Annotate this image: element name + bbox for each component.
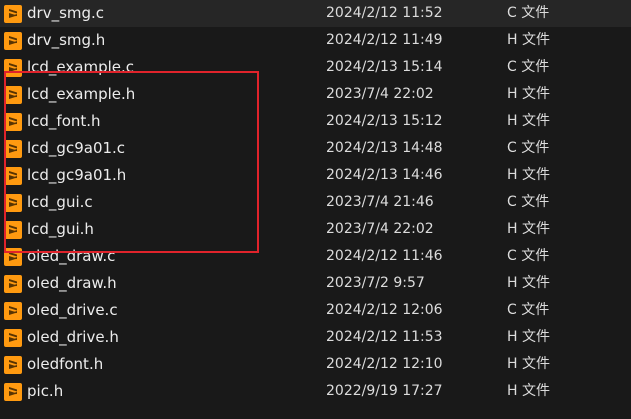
sublime-text-icon [4,274,22,293]
file-date: 2024/2/13 15:14 [326,59,443,75]
file-name: lcd_gc9a01.h [27,166,127,184]
sublime-text-icon [4,328,22,347]
file-row[interactable]: drv_smg.c 2024/2/12 11:52 C 文件 [0,0,631,27]
file-name: drv_smg.h [27,31,106,49]
file-date: 2024/2/12 11:52 [326,5,443,21]
file-date: 2023/7/4 22:02 [326,86,434,102]
file-type: C 文件 [507,5,550,21]
file-name: lcd_font.h [27,112,101,130]
file-date: 2024/2/13 15:12 [326,113,443,129]
file-name: oled_drive.c [27,301,118,319]
file-type: H 文件 [507,329,550,345]
file-type: H 文件 [507,86,550,102]
file-row[interactable]: lcd_example.h 2023/7/4 22:02 H 文件 [0,81,631,108]
file-row[interactable]: lcd_font.h 2024/2/13 15:12 H 文件 [0,108,631,135]
file-type: C 文件 [507,59,550,75]
file-row[interactable]: oledfont.h 2024/2/12 12:10 H 文件 [0,351,631,378]
file-name: lcd_gui.h [27,220,94,238]
file-row[interactable]: pic.h 2022/9/19 17:27 H 文件 [0,378,631,405]
file-row[interactable]: lcd_gui.h 2023/7/4 22:02 H 文件 [0,216,631,243]
file-date: 2022/9/19 17:27 [326,383,443,399]
file-date: 2024/2/12 12:10 [326,356,443,372]
file-name: lcd_gc9a01.c [27,139,126,157]
sublime-text-icon [4,301,22,320]
file-date: 2024/2/12 11:53 [326,329,443,345]
file-date: 2024/2/12 11:49 [326,32,443,48]
file-row[interactable]: drv_smg.h 2024/2/12 11:49 H 文件 [0,27,631,54]
file-list: drv_smg.c 2024/2/12 11:52 C 文件 drv_smg.h… [0,0,631,405]
file-type: H 文件 [507,113,550,129]
sublime-text-icon [4,112,22,131]
file-type: H 文件 [507,356,550,372]
sublime-text-icon [4,4,22,23]
file-date: 2024/2/12 12:06 [326,302,443,318]
file-date: 2024/2/13 14:46 [326,167,443,183]
sublime-text-icon [4,220,22,239]
file-type: C 文件 [507,248,550,264]
file-row[interactable]: oled_drive.h 2024/2/12 11:53 H 文件 [0,324,631,351]
file-type: C 文件 [507,194,550,210]
sublime-text-icon [4,85,22,104]
file-type: H 文件 [507,221,550,237]
sublime-text-icon [4,58,22,77]
file-row[interactable]: lcd_gui.c 2023/7/4 21:46 C 文件 [0,189,631,216]
file-type: H 文件 [507,167,550,183]
file-date: 2023/7/4 21:46 [326,194,434,210]
sublime-text-icon [4,139,22,158]
sublime-text-icon [4,166,22,185]
file-type: H 文件 [507,32,550,48]
sublime-text-icon [4,193,22,212]
file-date: 2024/2/13 14:48 [326,140,443,156]
file-name: pic.h [27,382,64,400]
sublime-text-icon [4,382,22,401]
file-name: oled_draw.c [27,247,116,265]
file-row[interactable]: oled_drive.c 2024/2/12 12:06 C 文件 [0,297,631,324]
file-type: C 文件 [507,302,550,318]
file-row[interactable]: lcd_gc9a01.c 2024/2/13 14:48 C 文件 [0,135,631,162]
file-name: lcd_example.c [27,58,135,76]
file-date: 2023/7/4 22:02 [326,221,434,237]
sublime-text-icon [4,355,22,374]
file-date: 2024/2/12 11:46 [326,248,443,264]
file-name: oledfont.h [27,355,104,373]
file-row[interactable]: oled_draw.h 2023/7/2 9:57 H 文件 [0,270,631,297]
file-name: oled_draw.h [27,274,117,292]
file-row[interactable]: oled_draw.c 2024/2/12 11:46 C 文件 [0,243,631,270]
file-row[interactable]: lcd_gc9a01.h 2024/2/13 14:46 H 文件 [0,162,631,189]
file-name: lcd_gui.c [27,193,93,211]
file-name: oled_drive.h [27,328,119,346]
file-row[interactable]: lcd_example.c 2024/2/13 15:14 C 文件 [0,54,631,81]
file-date: 2023/7/2 9:57 [326,275,425,291]
sublime-text-icon [4,247,22,266]
file-type: H 文件 [507,275,550,291]
sublime-text-icon [4,31,22,50]
file-type: H 文件 [507,383,550,399]
file-type: C 文件 [507,140,550,156]
file-name: drv_smg.c [27,4,105,22]
file-name: lcd_example.h [27,85,136,103]
